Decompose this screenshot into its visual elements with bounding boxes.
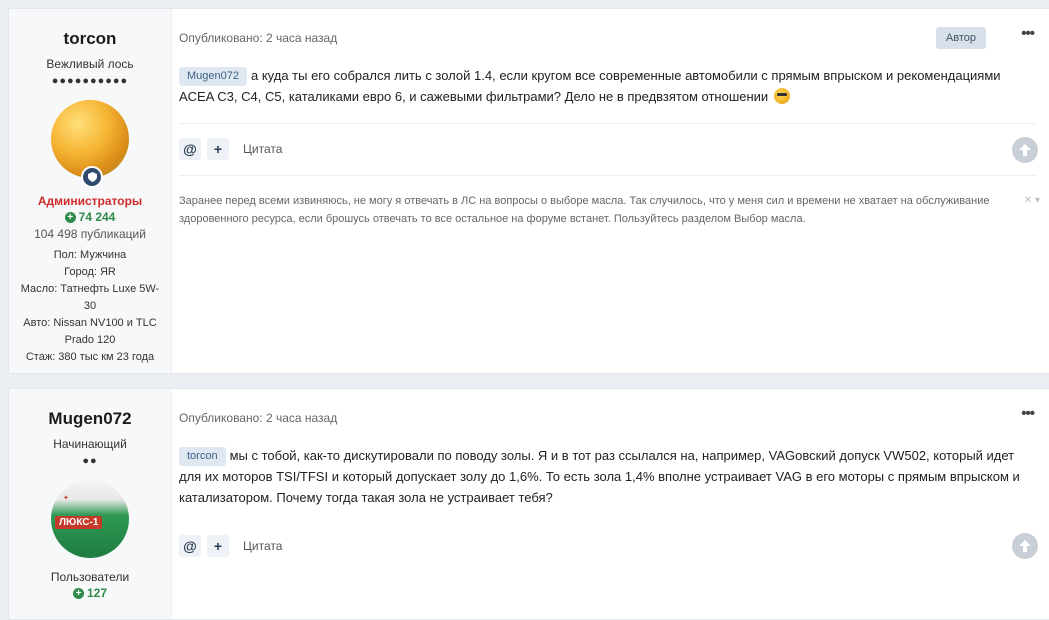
avatar-brand: ✦ xyxy=(63,495,69,502)
at-icon: @ xyxy=(183,538,197,554)
user-mention[interactable]: torcon xyxy=(179,447,226,466)
rank-dots: ●●●●●●●●●● xyxy=(51,75,129,87)
plus-circle-icon: + xyxy=(64,211,76,223)
author-badge: Автор xyxy=(935,27,986,49)
reputation: + 127 xyxy=(9,586,171,600)
rank-dots: ●● xyxy=(82,455,98,467)
published-time[interactable]: Опубликовано: 2 часа назад xyxy=(179,411,337,425)
post-body: Mugen072 а куда ты его собрался лить с зо… xyxy=(179,65,1036,107)
plus-icon: + xyxy=(213,538,223,554)
signature: Заранее перед всеми извиняюсь, не могу я… xyxy=(179,195,990,225)
plus-circle-icon: + xyxy=(72,587,84,599)
author-info: Пол: Мужчина Город: ЯR Масло: Татнефть L… xyxy=(9,247,171,366)
author-name[interactable]: torcon xyxy=(9,29,171,49)
avatar[interactable] xyxy=(51,100,129,188)
post-1: torcon Вежливый лось ●●●●●●●●●● Админист… xyxy=(8,8,1049,374)
post-actions: @ + Цитата xyxy=(179,138,282,160)
reputation-value: 127 xyxy=(86,586,108,600)
user-mention[interactable]: Mugen072 xyxy=(179,67,247,86)
quote-button[interactable]: Цитата xyxy=(243,539,282,553)
author-panel: torcon Вежливый лось ●●●●●●●●●● Админист… xyxy=(9,9,172,373)
info-experience: Стаж: 380 тыс км 23 года xyxy=(25,351,155,363)
author-rank: Вежливый лось xyxy=(46,57,134,71)
upvote-button[interactable] xyxy=(1012,137,1038,163)
reputation-value: 74 244 xyxy=(78,210,116,224)
post-text: мы с тобой, как-то дискутировали по пово… xyxy=(179,448,1020,505)
post-2: Mugen072 Начинающий ●● ✦ ЛЮКС-1 Пользова… xyxy=(8,388,1049,620)
at-icon: @ xyxy=(183,141,197,157)
plus-icon: + xyxy=(213,141,223,157)
post-body: torcon мы с тобой, как-то дискутировали п… xyxy=(179,445,1036,508)
post-actions: @ + Цитата xyxy=(179,535,282,557)
more-options-icon[interactable]: ••• xyxy=(1021,25,1035,42)
post-content: Опубликовано: 2 часа назад ••• torcon мы … xyxy=(179,389,1049,619)
author-group: Администраторы xyxy=(37,194,143,208)
published-time[interactable]: Опубликовано: 2 часа назад xyxy=(179,31,337,45)
author-rank: Начинающий xyxy=(53,437,127,451)
mention-button[interactable]: @ xyxy=(179,138,201,160)
avatar-label: ЛЮКС-1 xyxy=(55,516,103,529)
divider xyxy=(179,175,1036,176)
shield-icon xyxy=(81,166,103,188)
arrow-up-icon xyxy=(1019,144,1031,156)
divider xyxy=(179,123,1036,124)
avatar[interactable]: ✦ ЛЮКС-1 xyxy=(51,480,129,558)
close-icon[interactable]: ✕ ▾ xyxy=(1024,195,1040,206)
more-options-icon[interactable]: ••• xyxy=(1021,405,1035,422)
arrow-up-icon xyxy=(1019,540,1031,552)
info-car: Авто: Nissan NV100 и TLC Prado 120 xyxy=(23,317,157,346)
author-group: Пользователи xyxy=(50,570,130,584)
multiquote-button[interactable]: + xyxy=(207,138,229,160)
reputation: + 74 244 xyxy=(9,210,171,224)
post-content: Опубликовано: 2 часа назад Автор ••• Mug… xyxy=(179,9,1049,373)
info-oil: Масло: Татнефть Luxe 5W-30 xyxy=(20,283,160,312)
posts-count: 104 498 публикаций xyxy=(34,227,146,241)
post-text: а куда ты его собрался лить с золой 1.4,… xyxy=(179,68,1001,104)
upvote-button[interactable] xyxy=(1012,533,1038,559)
author-panel: Mugen072 Начинающий ●● ✦ ЛЮКС-1 Пользова… xyxy=(9,389,172,619)
multiquote-button[interactable]: + xyxy=(207,535,229,557)
info-city: Город: ЯR xyxy=(64,266,116,278)
cool-emoji-icon xyxy=(773,88,790,104)
author-name[interactable]: Mugen072 xyxy=(9,409,171,429)
info-gender: Пол: Мужчина xyxy=(53,249,127,261)
quote-button[interactable]: Цитата xyxy=(243,142,282,156)
mention-button[interactable]: @ xyxy=(179,535,201,557)
